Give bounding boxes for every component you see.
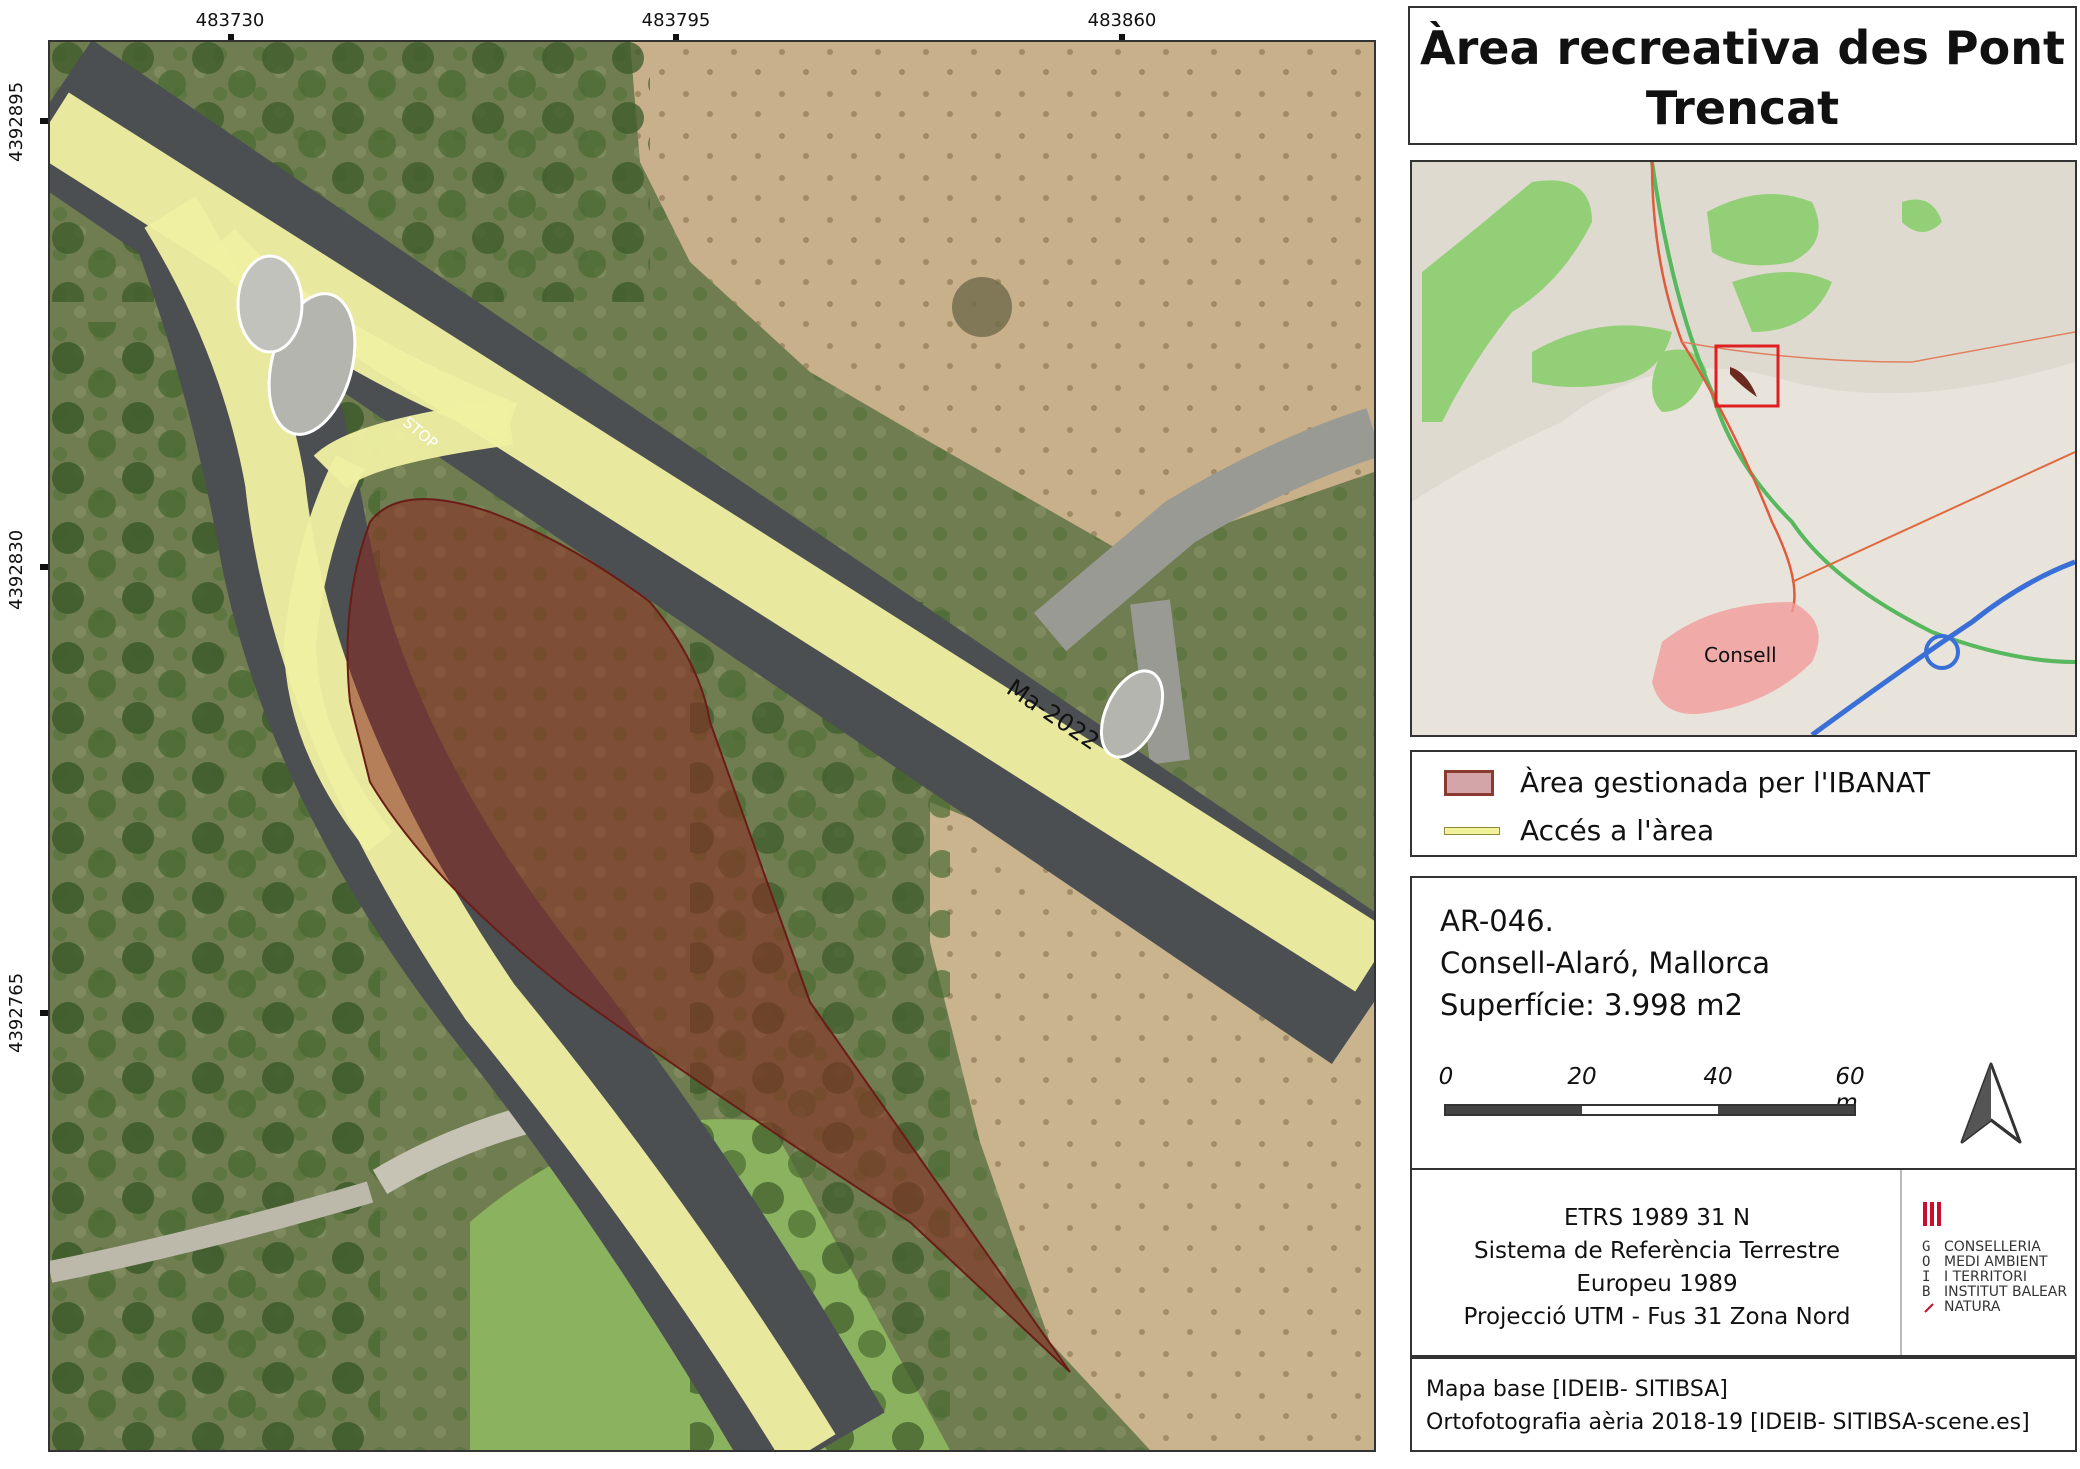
crs-box: ETRS 1989 31 N Sistema de Referència Ter… [1410,1168,2077,1357]
crs-line-3: Europeu 1989 [1576,1271,1738,1297]
traffic-island-2 [236,254,304,354]
crs-line-4: Projecció UTM - Fus 31 Zona Nord [1463,1304,1851,1330]
forest-3 [1707,194,1819,266]
info-box: AR-046. Consell-Alaró, Mallorca Superfíc… [1410,876,2077,1170]
town-label: Consell [1704,643,1777,667]
logo-line-5: NATURA [1944,1299,2001,1315]
coord-left-3: 4392765 [6,972,27,1053]
field-tree [952,277,1012,337]
aerial-map-canvas: STOP Ma-2022 [50,42,1374,1450]
area-surface: Superfície: 3.998 m2 [1440,988,1743,1022]
scale-bar: 0 20 40 60 m [1439,1064,1865,1124]
legend-item-access: Accés a l'àrea [1444,814,1714,847]
legend-swatch-access [1444,826,1500,835]
goib-g: G [1922,1239,1931,1255]
area-location: Consell-Alaró, Mallorca [1440,946,1771,980]
crs-line-2: Sistema de Referència Terrestre [1473,1238,1841,1264]
title-box: Àrea recreativa des Pont Trencat [1408,6,2077,145]
area-code: AR-046. [1440,904,1554,938]
logo-line-3: I TERRITORI [1944,1269,2027,1285]
scale-label-0: 0 [1438,1064,1454,1090]
main-map[interactable]: STOP Ma-2022 [48,40,1376,1452]
logo-accent-icon [1924,1303,1934,1313]
source-base-map: Mapa base [IDEIB- SITIBSA] [1426,1377,1728,1402]
sources-box: Mapa base [IDEIB- SITIBSA] Ortofotografi… [1410,1357,2077,1452]
coord-left-1: 4392895 [6,81,27,162]
overview-map-canvas: Consell [1412,162,2075,735]
crs-line-1: ETRS 1989 31 N [1563,1205,1751,1231]
logo-line-1: CONSELLERIA [1944,1239,2041,1255]
goib-i: I [1922,1269,1931,1285]
govern-logo: G O I B CONSELLERIA MEDI AMBIENT I TERRI… [1920,1200,2070,1330]
source-orthophoto: Ortofotografia aèria 2018-19 [IDEIB- SIT… [1426,1410,2030,1435]
map-title-line-1: Àrea recreativa des Pont [1420,21,2065,75]
coord-top-2: 483795 [641,10,711,31]
goib-o: O [1922,1254,1931,1270]
balearic-flag-icon [1922,1200,1942,1228]
logo-line-4: INSTITUT BALEAR [1944,1284,2068,1300]
scale-label-20: 20 [1567,1064,1597,1090]
coord-top-1: 483730 [195,10,265,31]
logo-line-2: MEDI AMBIENT [1944,1254,2048,1270]
north-arrow-icon [1960,1062,2022,1144]
legend-label-area: Àrea gestionada per l'IBANAT [1520,766,1931,799]
legend-item-area: Àrea gestionada per l'IBANAT [1444,766,1930,799]
legend-swatch-area [1444,769,1494,796]
coord-top-3: 483860 [1087,10,1157,31]
legend-box: Àrea gestionada per l'IBANAT Accés a l'à… [1410,750,2077,857]
overview-map[interactable]: Consell [1410,160,2077,737]
scale-label-40: 40 [1703,1064,1733,1090]
goib-b: B [1922,1284,1931,1300]
coord-left-2: 4392830 [6,529,27,610]
map-title-line-2: Trencat [1645,81,1840,135]
legend-label-access: Accés a l'àrea [1520,814,1715,847]
